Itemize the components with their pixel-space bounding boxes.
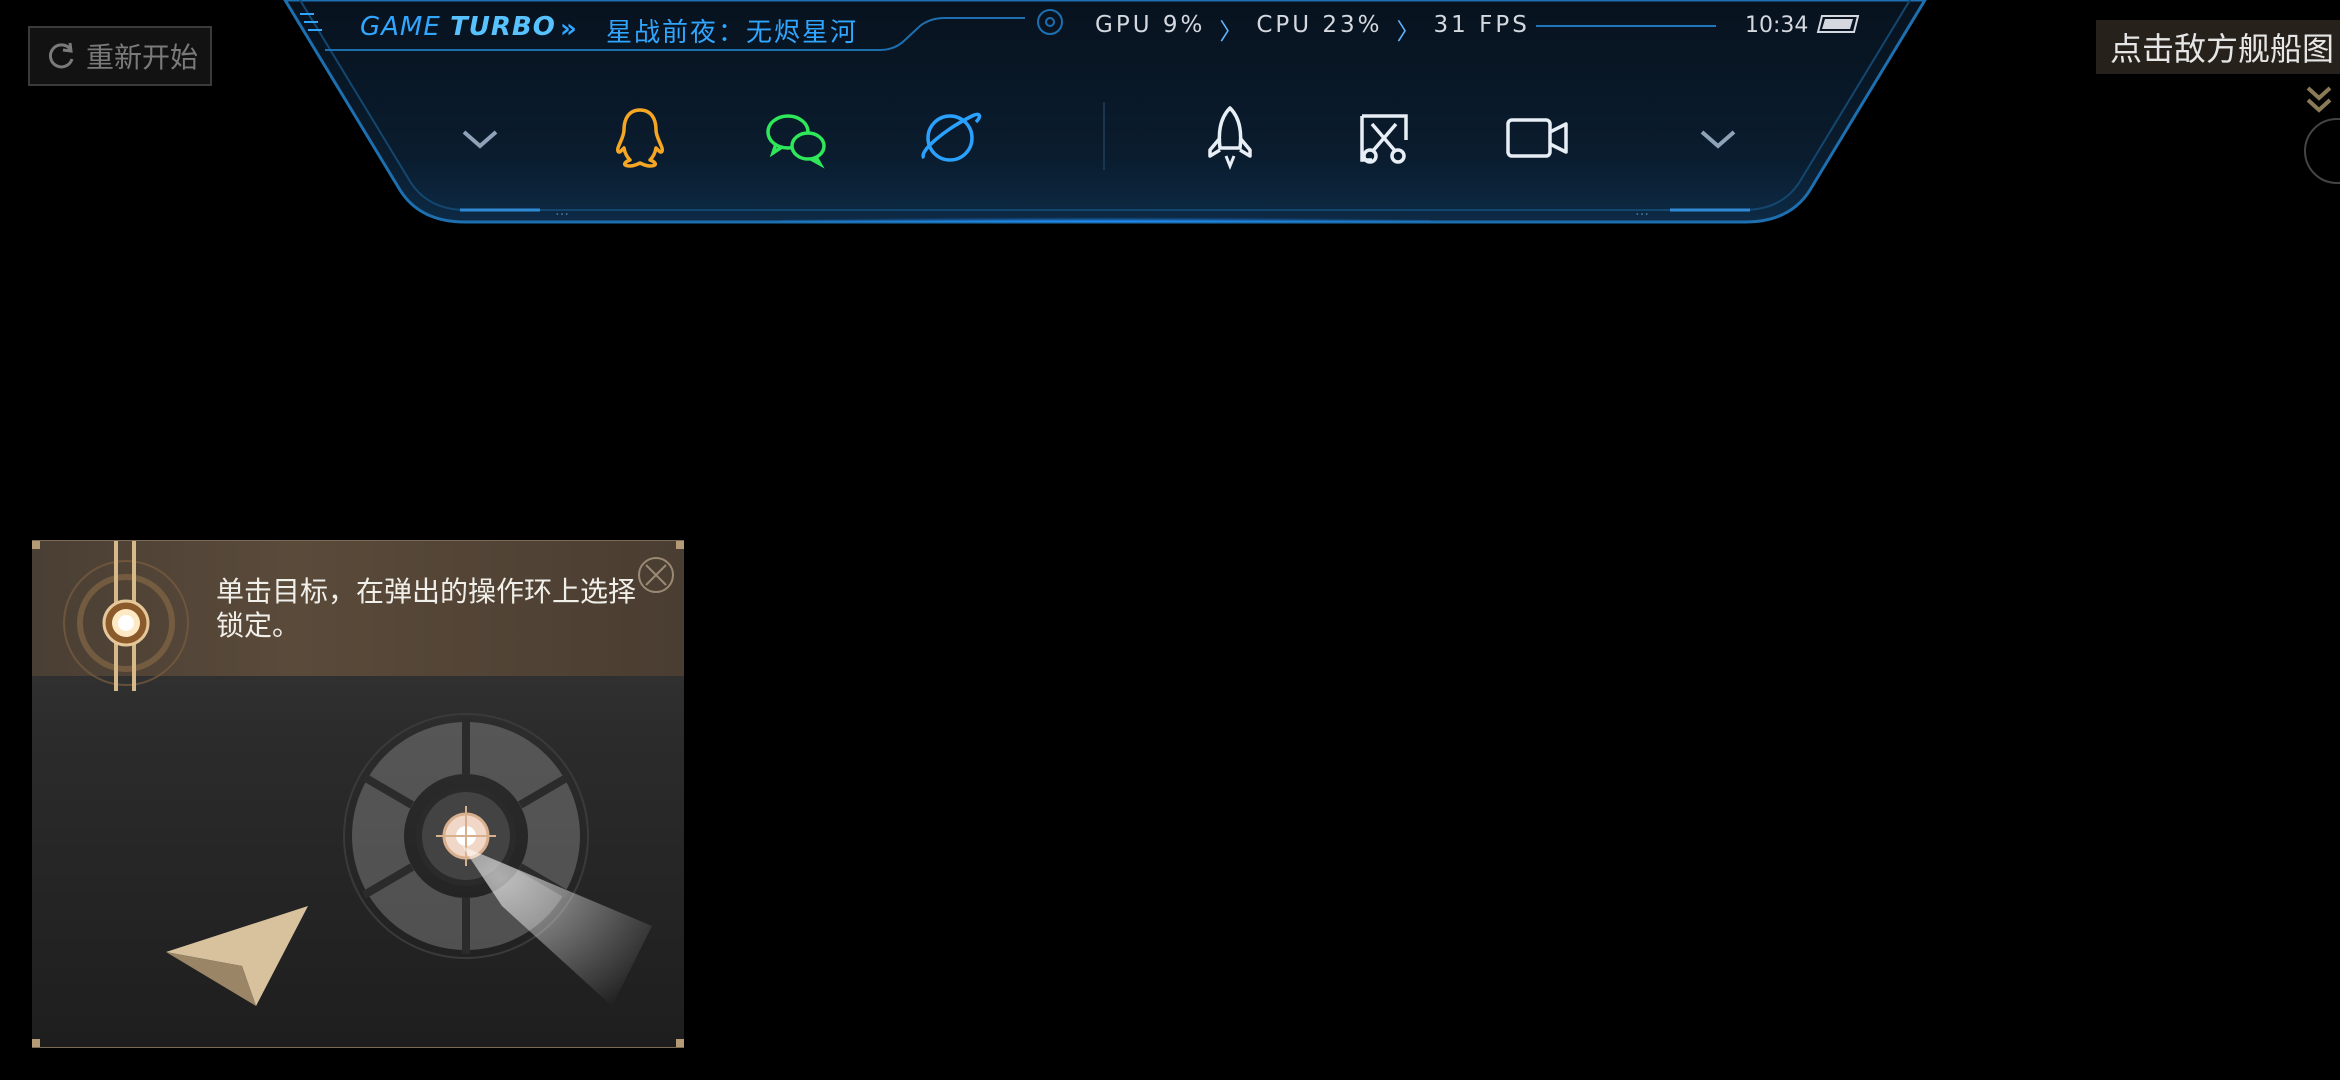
- refresh-icon: [44, 39, 78, 73]
- brand-prefix: GAME: [360, 12, 441, 42]
- turbo-shortcuts: [280, 100, 1930, 180]
- divider-line: [1536, 25, 1716, 27]
- tutorial-panel: 单击目标，在弹出的操作环上选择锁定。: [32, 540, 684, 1048]
- tutorial-text: 单击目标，在弹出的操作环上选择锁定。: [216, 575, 637, 642]
- restart-button[interactable]: 重新开始: [28, 26, 212, 86]
- performance-stats: GPU 9% 〉 CPU 23% 〉 31 FPS: [1095, 12, 1530, 46]
- video-camera-icon[interactable]: [1500, 100, 1576, 176]
- side-ring-button[interactable]: [2304, 118, 2340, 184]
- brand-suffix: TURBO: [450, 12, 556, 42]
- chevron-right-icon: 〉: [1219, 19, 1243, 45]
- clock: 10:34: [1745, 13, 1809, 38]
- tutorial-illustration: [166, 713, 652, 1006]
- svg-text:…: …: [1635, 203, 1649, 219]
- chevron-down-icon[interactable]: [442, 100, 518, 176]
- wechat-icon[interactable]: [758, 100, 834, 176]
- enemy-ship-hint: 点击敌方舰船图: [2095, 20, 2340, 74]
- enemy-hint-text: 点击敌方舰船图: [2109, 30, 2334, 68]
- chevron-right-icon: 〉: [1396, 19, 1420, 45]
- panel-corner: [32, 541, 40, 549]
- double-chevron-down-icon[interactable]: [2304, 82, 2334, 120]
- battery-icon: [1816, 15, 1860, 33]
- chevron-down-icon[interactable]: [1680, 100, 1756, 176]
- qq-icon[interactable]: [602, 100, 678, 176]
- fps-counter: 31 FPS: [1433, 12, 1530, 38]
- game-turbo-brand: GAME TURBO: [360, 12, 556, 42]
- panel-corner: [32, 1039, 40, 1047]
- game-turbo-panel: … … GAME TURBO » 星战前夜：无烬星河 GPU 9% 〉 CPU …: [280, 0, 1930, 228]
- cpu-usage: CPU 23%: [1256, 12, 1383, 38]
- screenshot-crop-icon[interactable]: [1346, 100, 1422, 176]
- close-icon[interactable]: [636, 555, 676, 595]
- rocket-icon[interactable]: [1192, 100, 1268, 176]
- game-title: 星战前夜：无烬星河: [606, 18, 859, 48]
- svg-text:…: …: [555, 203, 569, 219]
- gpu-usage: GPU 9%: [1095, 12, 1206, 38]
- panel-corner: [676, 1039, 684, 1047]
- restart-label: 重新开始: [86, 41, 199, 74]
- double-chevron-right-icon: »: [560, 14, 577, 44]
- shortcut-divider: [1103, 102, 1105, 170]
- panel-corner: [676, 541, 684, 549]
- planet-icon[interactable]: [912, 100, 988, 176]
